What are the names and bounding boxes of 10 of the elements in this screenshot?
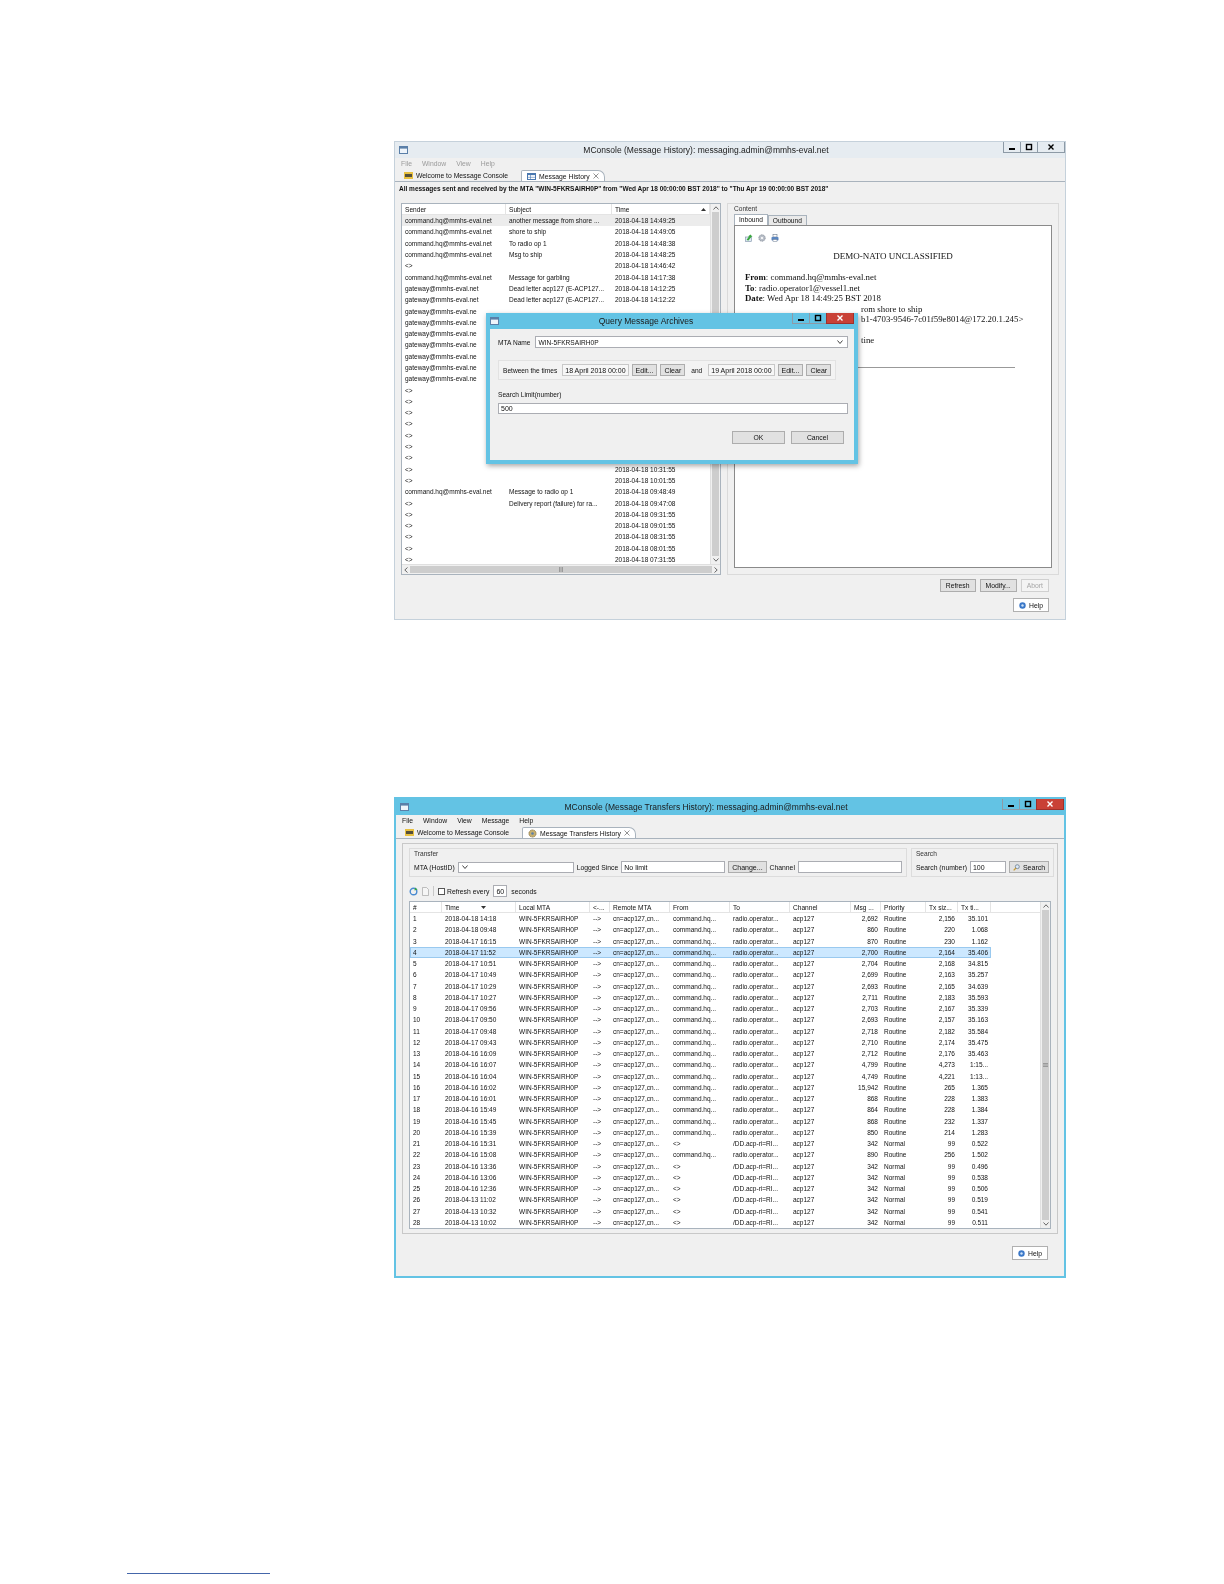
header-line: Date: Wed Apr 18 14:49:25 BST 2018 bbox=[745, 293, 881, 304]
header-line: To: radio.operator1@vessel1.net bbox=[745, 282, 861, 293]
window-title: MConsole (Message History): messaging.admin@mmhs-eval.net bbox=[582, 144, 830, 157]
header-line: b1-4703-9546-7c01f59e8014@172.20.1.245> bbox=[861, 314, 1024, 325]
dialog-title: Query Message Archives bbox=[597, 315, 695, 328]
window-title: MConsole (Message Transfers History): messaging.admin@mmhs-eval.net bbox=[563, 801, 849, 814]
classification-text: DEMO-NATO UNCLASSIFIED bbox=[833, 251, 953, 261]
header-line: From: command.hq@mmhs-eval.net bbox=[745, 272, 877, 283]
header-line: rom shore to ship bbox=[861, 303, 923, 315]
header-line: tine bbox=[861, 334, 875, 346]
